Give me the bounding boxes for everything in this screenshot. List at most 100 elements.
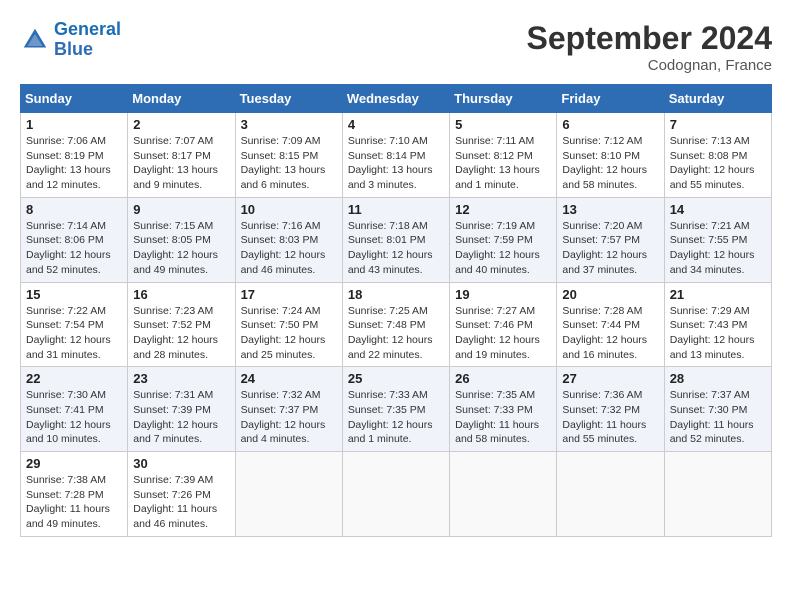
day-number: 11 (348, 202, 444, 217)
day-cell: 2 Sunrise: 7:07 AMSunset: 8:17 PMDaylight… (128, 113, 235, 198)
day-number: 2 (133, 117, 229, 132)
day-number: 3 (241, 117, 337, 132)
day-cell: 17Sunrise: 7:24 AMSunset: 7:50 PMDayligh… (235, 282, 342, 367)
day-number: 8 (26, 202, 122, 217)
day-cell (342, 452, 449, 537)
day-info: Sunrise: 7:15 AMSunset: 8:05 PMDaylight:… (133, 219, 229, 278)
day-info: Sunrise: 7:20 AMSunset: 7:57 PMDaylight:… (562, 219, 658, 278)
header-sunday: Sunday (21, 85, 128, 113)
day-number: 26 (455, 371, 551, 386)
day-info: Sunrise: 7:37 AMSunset: 7:30 PMDaylight:… (670, 388, 766, 447)
day-info: Sunrise: 7:39 AMSunset: 7:26 PMDaylight:… (133, 473, 229, 532)
day-cell: 22 Sunrise: 7:30 AMSunset: 7:41 PMDayligh… (21, 367, 128, 452)
day-number: 16 (133, 287, 229, 302)
header-friday: Friday (557, 85, 664, 113)
day-cell: 4 Sunrise: 7:10 AMSunset: 8:14 PMDaylight… (342, 113, 449, 198)
day-info: Sunrise: 7:22 AMSunset: 7:54 PMDaylight:… (26, 304, 122, 363)
day-cell: 16 Sunrise: 7:23 AMSunset: 7:52 PMDayligh… (128, 282, 235, 367)
day-info: Sunrise: 7:28 AMSunset: 7:44 PMDaylight:… (562, 304, 658, 363)
day-number: 18 (348, 287, 444, 302)
logo: General Blue (20, 20, 121, 60)
day-info: Sunrise: 7:19 AMSunset: 7:59 PMDaylight:… (455, 219, 551, 278)
day-cell: 23 Sunrise: 7:31 AMSunset: 7:39 PMDayligh… (128, 367, 235, 452)
day-info: Sunrise: 7:18 AMSunset: 8:01 PMDaylight:… (348, 219, 444, 278)
day-info: Sunrise: 7:30 AMSunset: 7:41 PMDaylight:… (26, 388, 122, 447)
day-info: Sunrise: 7:38 AMSunset: 7:28 PMDaylight:… (26, 473, 122, 532)
day-info: Sunrise: 7:25 AMSunset: 7:48 PMDaylight:… (348, 304, 444, 363)
day-number: 14 (670, 202, 766, 217)
day-info: Sunrise: 7:31 AMSunset: 7:39 PMDaylight:… (133, 388, 229, 447)
day-number: 24 (241, 371, 337, 386)
day-info: Sunrise: 7:10 AMSunset: 8:14 PMDaylight:… (348, 134, 444, 193)
day-cell: 30 Sunrise: 7:39 AMSunset: 7:26 PMDayligh… (128, 452, 235, 537)
day-cell: 18 Sunrise: 7:25 AMSunset: 7:48 PMDayligh… (342, 282, 449, 367)
day-number: 20 (562, 287, 658, 302)
day-number: 28 (670, 371, 766, 386)
day-number: 19 (455, 287, 551, 302)
week-row-4: 22 Sunrise: 7:30 AMSunset: 7:41 PMDayligh… (21, 367, 772, 452)
day-cell: 27Sunrise: 7:36 AMSunset: 7:32 PMDayligh… (557, 367, 664, 452)
day-cell (235, 452, 342, 537)
header-row: SundayMondayTuesdayWednesdayThursdayFrid… (21, 85, 772, 113)
day-cell: 25 Sunrise: 7:33 AMSunset: 7:35 PMDayligh… (342, 367, 449, 452)
week-row-5: 29 Sunrise: 7:38 AMSunset: 7:28 PMDayligh… (21, 452, 772, 537)
header-tuesday: Tuesday (235, 85, 342, 113)
day-info: Sunrise: 7:09 AMSunset: 8:15 PMDaylight:… (241, 134, 337, 193)
day-cell: 9 Sunrise: 7:15 AMSunset: 8:05 PMDaylight… (128, 197, 235, 282)
day-cell: 15Sunrise: 7:22 AMSunset: 7:54 PMDayligh… (21, 282, 128, 367)
day-info: Sunrise: 7:07 AMSunset: 8:17 PMDaylight:… (133, 134, 229, 193)
header-thursday: Thursday (450, 85, 557, 113)
day-number: 6 (562, 117, 658, 132)
day-cell (450, 452, 557, 537)
location: Codognan, France (527, 57, 772, 74)
week-row-3: 15Sunrise: 7:22 AMSunset: 7:54 PMDayligh… (21, 282, 772, 367)
day-number: 22 (26, 371, 122, 386)
day-number: 12 (455, 202, 551, 217)
day-number: 1 (26, 117, 122, 132)
day-number: 17 (241, 287, 337, 302)
week-row-1: 1 Sunrise: 7:06 AMSunset: 8:19 PMDaylight… (21, 113, 772, 198)
day-cell: 12 Sunrise: 7:19 AMSunset: 7:59 PMDayligh… (450, 197, 557, 282)
day-info: Sunrise: 7:13 AMSunset: 8:08 PMDaylight:… (670, 134, 766, 193)
day-cell: 19 Sunrise: 7:27 AMSunset: 7:46 PMDayligh… (450, 282, 557, 367)
day-number: 4 (348, 117, 444, 132)
day-info: Sunrise: 7:32 AMSunset: 7:37 PMDaylight:… (241, 388, 337, 447)
day-cell: 14 Sunrise: 7:21 AMSunset: 7:55 PMDayligh… (664, 197, 771, 282)
header-wednesday: Wednesday (342, 85, 449, 113)
header-saturday: Saturday (664, 85, 771, 113)
day-cell: 29 Sunrise: 7:38 AMSunset: 7:28 PMDayligh… (21, 452, 128, 537)
day-info: Sunrise: 7:11 AMSunset: 8:12 PMDaylight:… (455, 134, 551, 193)
day-info: Sunrise: 7:06 AMSunset: 8:19 PMDaylight:… (26, 134, 122, 193)
day-number: 23 (133, 371, 229, 386)
day-info: Sunrise: 7:16 AMSunset: 8:03 PMDaylight:… (241, 219, 337, 278)
day-cell: 8 Sunrise: 7:14 AMSunset: 8:06 PMDaylight… (21, 197, 128, 282)
logo-text: General Blue (54, 20, 121, 60)
calendar-table: SundayMondayTuesdayWednesdayThursdayFrid… (20, 84, 772, 537)
day-cell: 26Sunrise: 7:35 AMSunset: 7:33 PMDayligh… (450, 367, 557, 452)
day-number: 27 (562, 371, 658, 386)
day-number: 25 (348, 371, 444, 386)
day-number: 7 (670, 117, 766, 132)
day-cell: 21Sunrise: 7:29 AMSunset: 7:43 PMDayligh… (664, 282, 771, 367)
day-cell: 20 Sunrise: 7:28 AMSunset: 7:44 PMDayligh… (557, 282, 664, 367)
day-cell: 6Sunrise: 7:12 AMSunset: 8:10 PMDaylight… (557, 113, 664, 198)
day-cell: 1 Sunrise: 7:06 AMSunset: 8:19 PMDaylight… (21, 113, 128, 198)
day-info: Sunrise: 7:33 AMSunset: 7:35 PMDaylight:… (348, 388, 444, 447)
day-number: 29 (26, 456, 122, 471)
day-cell: 3 Sunrise: 7:09 AMSunset: 8:15 PMDaylight… (235, 113, 342, 198)
month-title: September 2024 (527, 20, 772, 57)
day-cell: 13Sunrise: 7:20 AMSunset: 7:57 PMDayligh… (557, 197, 664, 282)
day-cell: 28 Sunrise: 7:37 AMSunset: 7:30 PMDayligh… (664, 367, 771, 452)
day-info: Sunrise: 7:14 AMSunset: 8:06 PMDaylight:… (26, 219, 122, 278)
day-cell: 24 Sunrise: 7:32 AMSunset: 7:37 PMDayligh… (235, 367, 342, 452)
day-number: 10 (241, 202, 337, 217)
title-block: September 2024 Codognan, France (527, 20, 772, 74)
day-info: Sunrise: 7:23 AMSunset: 7:52 PMDaylight:… (133, 304, 229, 363)
header-monday: Monday (128, 85, 235, 113)
day-info: Sunrise: 7:21 AMSunset: 7:55 PMDaylight:… (670, 219, 766, 278)
day-number: 9 (133, 202, 229, 217)
day-cell: 10 Sunrise: 7:16 AMSunset: 8:03 PMDayligh… (235, 197, 342, 282)
day-info: Sunrise: 7:27 AMSunset: 7:46 PMDaylight:… (455, 304, 551, 363)
day-number: 5 (455, 117, 551, 132)
day-number: 30 (133, 456, 229, 471)
